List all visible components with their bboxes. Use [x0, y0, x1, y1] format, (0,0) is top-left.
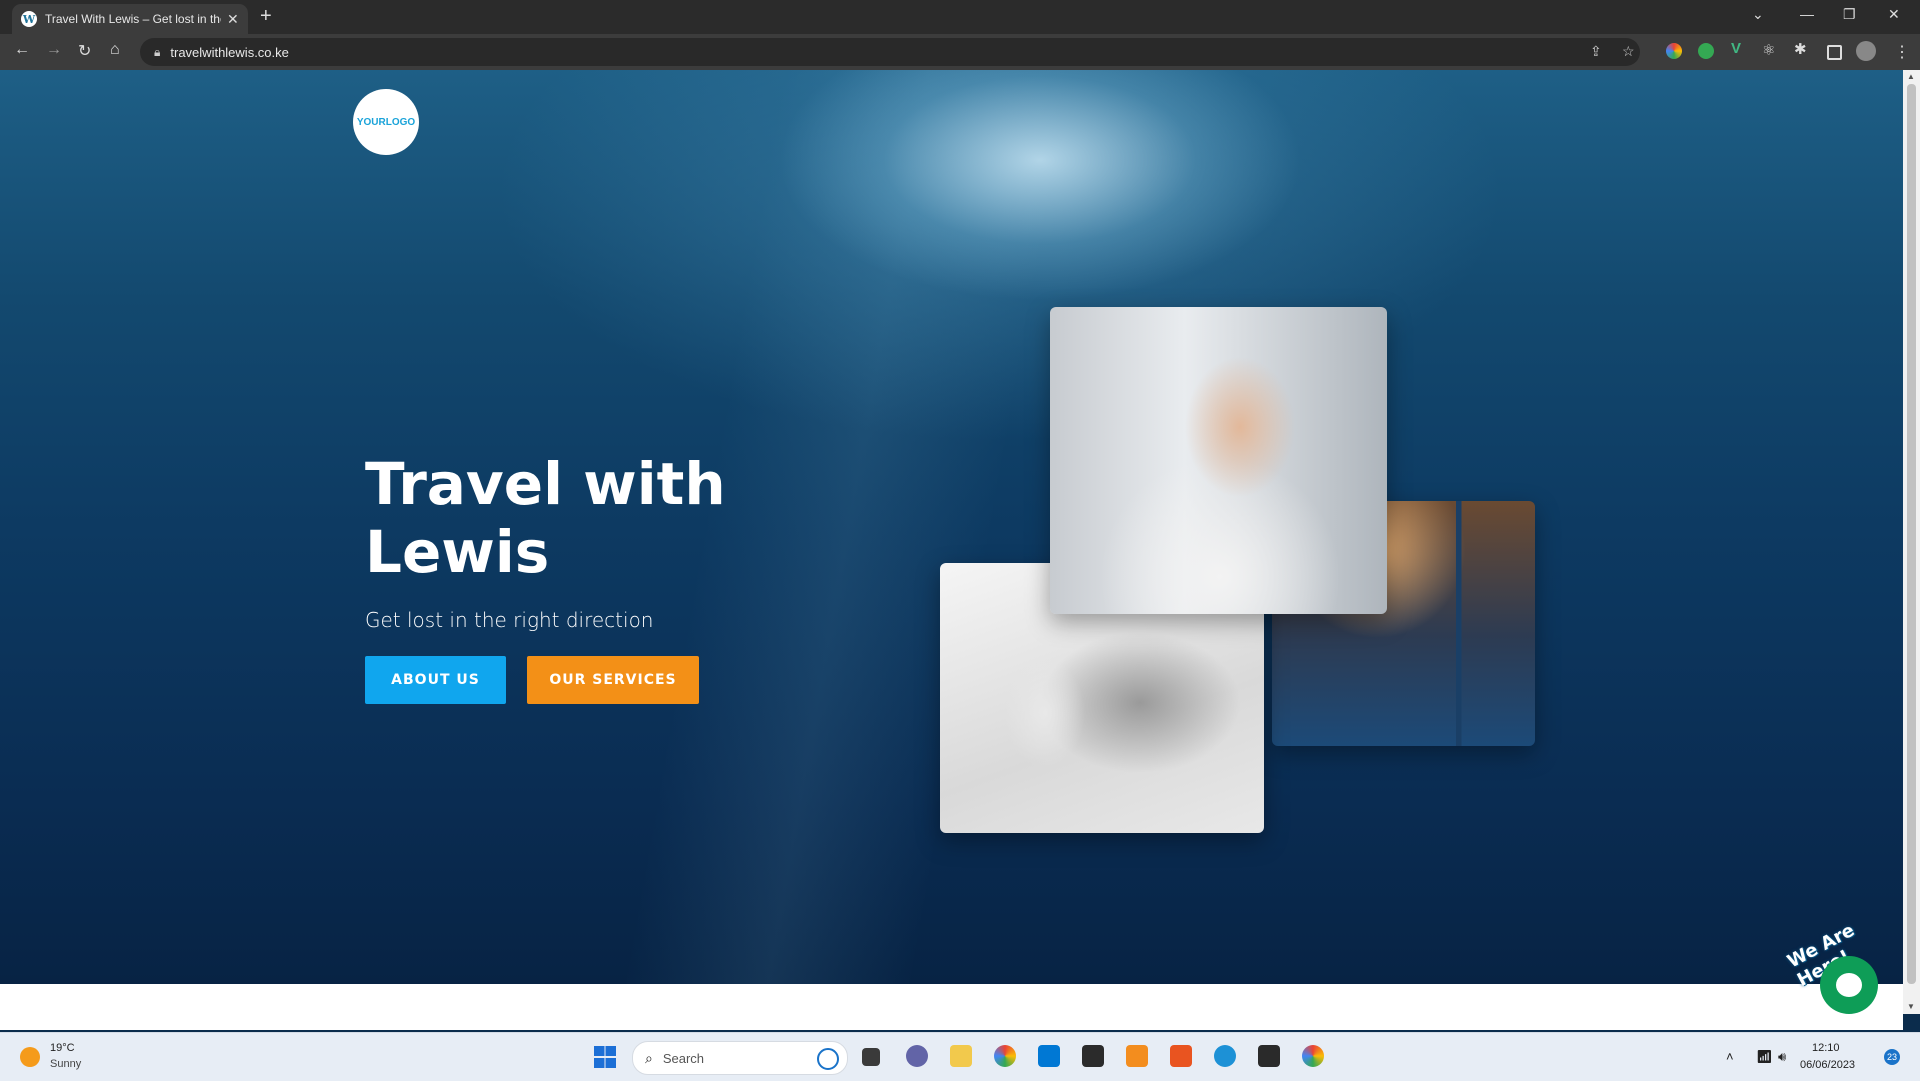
- tray-chevron-icon[interactable]: ˄: [1726, 1049, 1734, 1064]
- chat-icon: [1836, 973, 1862, 997]
- back-icon[interactable]: ←: [14, 41, 30, 59]
- logo-text: YOURLOGO: [356, 116, 416, 128]
- forward-icon[interactable]: →: [46, 41, 62, 59]
- scroll-thumb[interactable]: [1907, 84, 1916, 984]
- bing-icon[interactable]: [817, 1048, 839, 1070]
- weather-description[interactable]: Sunny: [50, 1058, 81, 1070]
- task-view-icon[interactable]: [862, 1048, 880, 1066]
- tab-search-icon[interactable]: ⌄: [1752, 6, 1764, 23]
- wordpress-favicon-icon: W: [21, 11, 37, 27]
- lock-icon[interactable]: 🔒︎: [154, 45, 160, 60]
- minimize-icon[interactable]: —: [1800, 6, 1814, 22]
- address-bar[interactable]: 🔒︎ travelwithlewis.co.ke ⇪ ☆: [140, 38, 1640, 66]
- menu-kebab-icon[interactable]: ⋮: [1894, 42, 1910, 62]
- tab-title: Travel With Lewis – Get lost in the righ…: [45, 12, 221, 26]
- chrome-profile-icon[interactable]: [1302, 1045, 1324, 1067]
- search-placeholder: Search: [662, 1050, 705, 1066]
- browser-toolbar: ← → ↻ ⌂ 🔒︎ travelwithlewis.co.ke ⇪ ☆ V ⚛…: [0, 34, 1920, 70]
- wifi-icon[interactable]: 📶︎: [1756, 1049, 1773, 1065]
- vlc-icon[interactable]: [1126, 1045, 1148, 1067]
- woman-phone-photo: [1050, 307, 1387, 614]
- page-viewport: YOURLOGO Travel with Lewis Get lost in t…: [0, 70, 1903, 984]
- browser-tab-active[interactable]: W Travel With Lewis – Get lost in the ri…: [12, 4, 248, 34]
- weather-temperature[interactable]: 19°C: [50, 1042, 75, 1054]
- volume-icon[interactable]: 🔊︎: [1778, 1049, 1786, 1065]
- hero-subtitle: Get lost in the right direction: [365, 608, 654, 632]
- window-close-icon[interactable]: ✕: [1888, 6, 1900, 23]
- side-panel-icon[interactable]: [1827, 45, 1842, 60]
- windows-start-icon[interactable]: [594, 1046, 616, 1068]
- our-services-button[interactable]: OUR SERVICES: [527, 656, 699, 704]
- home-icon[interactable]: ⌂: [110, 41, 120, 59]
- browser-titlebar: W Travel With Lewis – Get lost in the ri…: [0, 0, 1920, 34]
- color-extension-icon[interactable]: [1666, 43, 1682, 59]
- new-tab-icon[interactable]: +: [260, 5, 272, 28]
- chrome-icon[interactable]: [994, 1045, 1016, 1067]
- search-icon: ⌕: [645, 1049, 653, 1066]
- ubuntu-icon[interactable]: [1170, 1045, 1192, 1067]
- sun-weather-icon[interactable]: [20, 1047, 40, 1067]
- tab-close-icon[interactable]: ✕: [227, 11, 239, 28]
- share-icon[interactable]: ⇪: [1590, 43, 1602, 60]
- sticky-notes-icon[interactable]: [1082, 1045, 1104, 1067]
- site-logo[interactable]: YOURLOGO: [353, 89, 419, 155]
- clock-time[interactable]: 12:10: [1812, 1042, 1840, 1054]
- vue-devtools-icon[interactable]: V: [1731, 40, 1747, 57]
- docker-icon[interactable]: [1214, 1045, 1236, 1067]
- react-devtools-icon[interactable]: ⚛: [1762, 41, 1778, 59]
- restore-icon[interactable]: ❐: [1843, 6, 1856, 23]
- windows-taskbar: 19°C Sunny ⌕ Search ˄ 📶︎ 🔊︎ 12:10 06/06/…: [0, 1032, 1920, 1081]
- hero-section: YOURLOGO Travel with Lewis Get lost in t…: [0, 70, 1903, 984]
- extensions-puzzle-icon[interactable]: ✱: [1794, 40, 1810, 58]
- scroll-down-icon[interactable]: ▼: [1907, 1002, 1915, 1011]
- clock-date[interactable]: 06/06/2023: [1800, 1059, 1855, 1071]
- about-us-button[interactable]: ABOUT US: [365, 656, 506, 704]
- notification-badge[interactable]: 23: [1884, 1049, 1900, 1065]
- vscode-icon[interactable]: [1038, 1045, 1060, 1067]
- page-scrollbar[interactable]: ▲ ▼: [1903, 70, 1920, 1014]
- profile-avatar[interactable]: [1856, 41, 1876, 61]
- scroll-up-icon[interactable]: ▲: [1907, 72, 1915, 81]
- chat-bubble-button[interactable]: [1820, 956, 1878, 1014]
- taskbar-search[interactable]: ⌕ Search: [632, 1041, 848, 1075]
- terminal-icon[interactable]: [1258, 1045, 1280, 1067]
- file-explorer-icon[interactable]: [950, 1045, 972, 1067]
- reload-icon[interactable]: ↻: [78, 41, 91, 61]
- teams-chat-icon[interactable]: [906, 1045, 928, 1067]
- hero-title: Travel with Lewis: [365, 450, 726, 586]
- address-url[interactable]: travelwithlewis.co.ke: [170, 45, 289, 60]
- check-extension-icon[interactable]: [1698, 43, 1714, 59]
- bookmark-star-icon[interactable]: ☆: [1622, 43, 1635, 60]
- page-below-hero: [0, 984, 1903, 1030]
